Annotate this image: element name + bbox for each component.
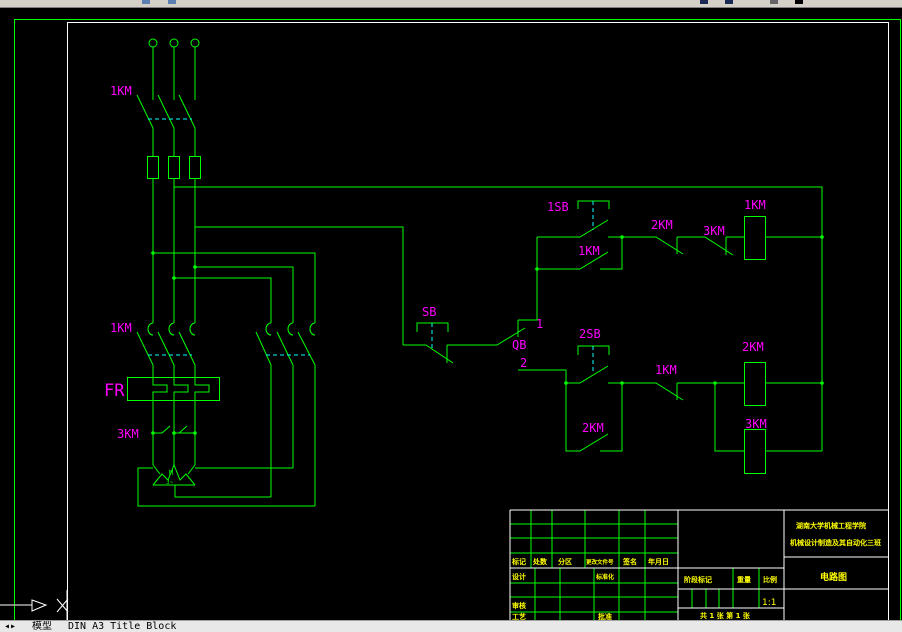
label-qb: QB bbox=[512, 338, 526, 352]
label-km2-nc: 2KM bbox=[651, 218, 673, 232]
rung-2-wires bbox=[518, 365, 822, 452]
coil-km2 bbox=[744, 362, 766, 406]
stage-mark-label: 阶段标记 bbox=[684, 575, 712, 584]
km2-feed-wires bbox=[153, 252, 316, 323]
toolbar-icon[interactable] bbox=[168, 0, 176, 4]
label-km3: 3KM bbox=[117, 427, 139, 441]
toolbar bbox=[0, 0, 902, 8]
toolbar-icon[interactable] bbox=[770, 0, 778, 4]
drawing-name: 电路图 bbox=[820, 571, 847, 583]
toolbar-icon[interactable] bbox=[142, 0, 150, 4]
fuse-l2 bbox=[168, 156, 180, 179]
control-circuit: SB 1 QB 2 1SB 1KM 2KM 3KM 1KM 2SB 2KM 1K… bbox=[403, 198, 824, 474]
tab-nav-arrows[interactable]: ◂▸ bbox=[4, 621, 16, 632]
scale-value: 1:1 bbox=[762, 598, 776, 608]
tab-din-a3-title-block[interactable]: DIN A3 Title Block bbox=[68, 621, 176, 632]
label-sb: SB bbox=[422, 305, 436, 319]
label-km1-nc: 1KM bbox=[655, 363, 677, 377]
header-mark: 标记 bbox=[511, 557, 526, 566]
school-name: 湖南大学机械工程学院 bbox=[796, 521, 866, 530]
label-km1-hold: 1KM bbox=[578, 244, 600, 258]
label-qb-2: 2 bbox=[520, 356, 527, 370]
class-name: 机械设计制造及其自动化三班 bbox=[790, 538, 881, 547]
header-signature: 签名 bbox=[622, 557, 637, 566]
contact-arcs bbox=[147, 322, 316, 336]
title-block: 标记 处数 分区 更改文件号 签名 年月日 设计 标准化 审核 工艺 批准 阶段… bbox=[509, 509, 889, 620]
label-coil-km3: 3KM bbox=[745, 417, 767, 431]
weight-label: 重量 bbox=[737, 575, 751, 584]
tab-model[interactable]: 模型 bbox=[32, 621, 52, 632]
toolbar-icon[interactable] bbox=[725, 0, 733, 4]
process-label: 工艺 bbox=[512, 612, 526, 620]
fuse-l3 bbox=[189, 156, 201, 179]
label-qb-1: 1 bbox=[536, 317, 543, 331]
terminal-l2 bbox=[169, 38, 179, 48]
toolbar-icon[interactable] bbox=[795, 0, 803, 4]
label-2sb: 2SB bbox=[579, 327, 601, 341]
km1-main-contacts-top bbox=[136, 94, 196, 129]
approve-label: 批准 bbox=[598, 612, 612, 620]
design-label: 设计 bbox=[512, 572, 526, 581]
motor-label: M bbox=[169, 469, 173, 477]
stage-grid bbox=[691, 568, 760, 608]
label-km1-top: 1KM bbox=[110, 84, 132, 98]
motor-windings bbox=[152, 463, 196, 486]
wires bbox=[152, 128, 196, 156]
coil-km1 bbox=[744, 216, 766, 260]
supply-wires bbox=[152, 47, 196, 100]
supply-terminals bbox=[148, 38, 200, 48]
label-coil-km1: 1KM bbox=[744, 198, 766, 212]
label-1sb: 1SB bbox=[547, 200, 569, 214]
sheet-count: 共 1 张 第 1 张 bbox=[700, 611, 751, 620]
fuse-l1 bbox=[147, 156, 159, 179]
header-change-doc: 更改文件号 bbox=[586, 558, 614, 566]
layout-tabs: ◂▸ 模型 DIN A3 Title Block bbox=[0, 620, 902, 632]
main-bus-wires bbox=[152, 178, 196, 323]
drawing-canvas[interactable]: 1KM 1KM FR 3KM M 3~ SB 1 QB 2 1SB 1KM 2K… bbox=[0, 8, 902, 620]
header-date: 年月日 bbox=[648, 557, 669, 566]
toolbar-icon[interactable] bbox=[700, 0, 708, 4]
label-km2-hold: 2KM bbox=[582, 421, 604, 435]
main-contacts-lower bbox=[136, 331, 316, 366]
inner-border bbox=[67, 22, 889, 620]
main-circuit: 1KM 1KM FR 3KM M 3~ bbox=[104, 38, 823, 507]
scale-label: 比例 bbox=[763, 575, 777, 584]
outer-border bbox=[14, 19, 901, 620]
motor-phase: 3~ bbox=[166, 479, 174, 486]
label-coil-km2: 2KM bbox=[742, 340, 764, 354]
standardization-label: 标准化 bbox=[595, 573, 614, 581]
ucs-icon bbox=[0, 590, 69, 620]
terminal-l3 bbox=[190, 38, 200, 48]
header-count: 处数 bbox=[532, 557, 548, 566]
label-km3-nc: 3KM bbox=[703, 224, 725, 238]
motor: M 3~ bbox=[152, 463, 196, 486]
coil-km3 bbox=[744, 429, 766, 474]
header-zone: 分区 bbox=[558, 557, 572, 566]
signature-grid bbox=[510, 568, 678, 620]
terminal-l1 bbox=[148, 38, 158, 48]
motor-connection-wires bbox=[137, 467, 315, 507]
label-fr: FR bbox=[104, 381, 125, 401]
label-km1-bottom: 1KM bbox=[110, 321, 132, 335]
review-label: 审核 bbox=[512, 601, 526, 610]
